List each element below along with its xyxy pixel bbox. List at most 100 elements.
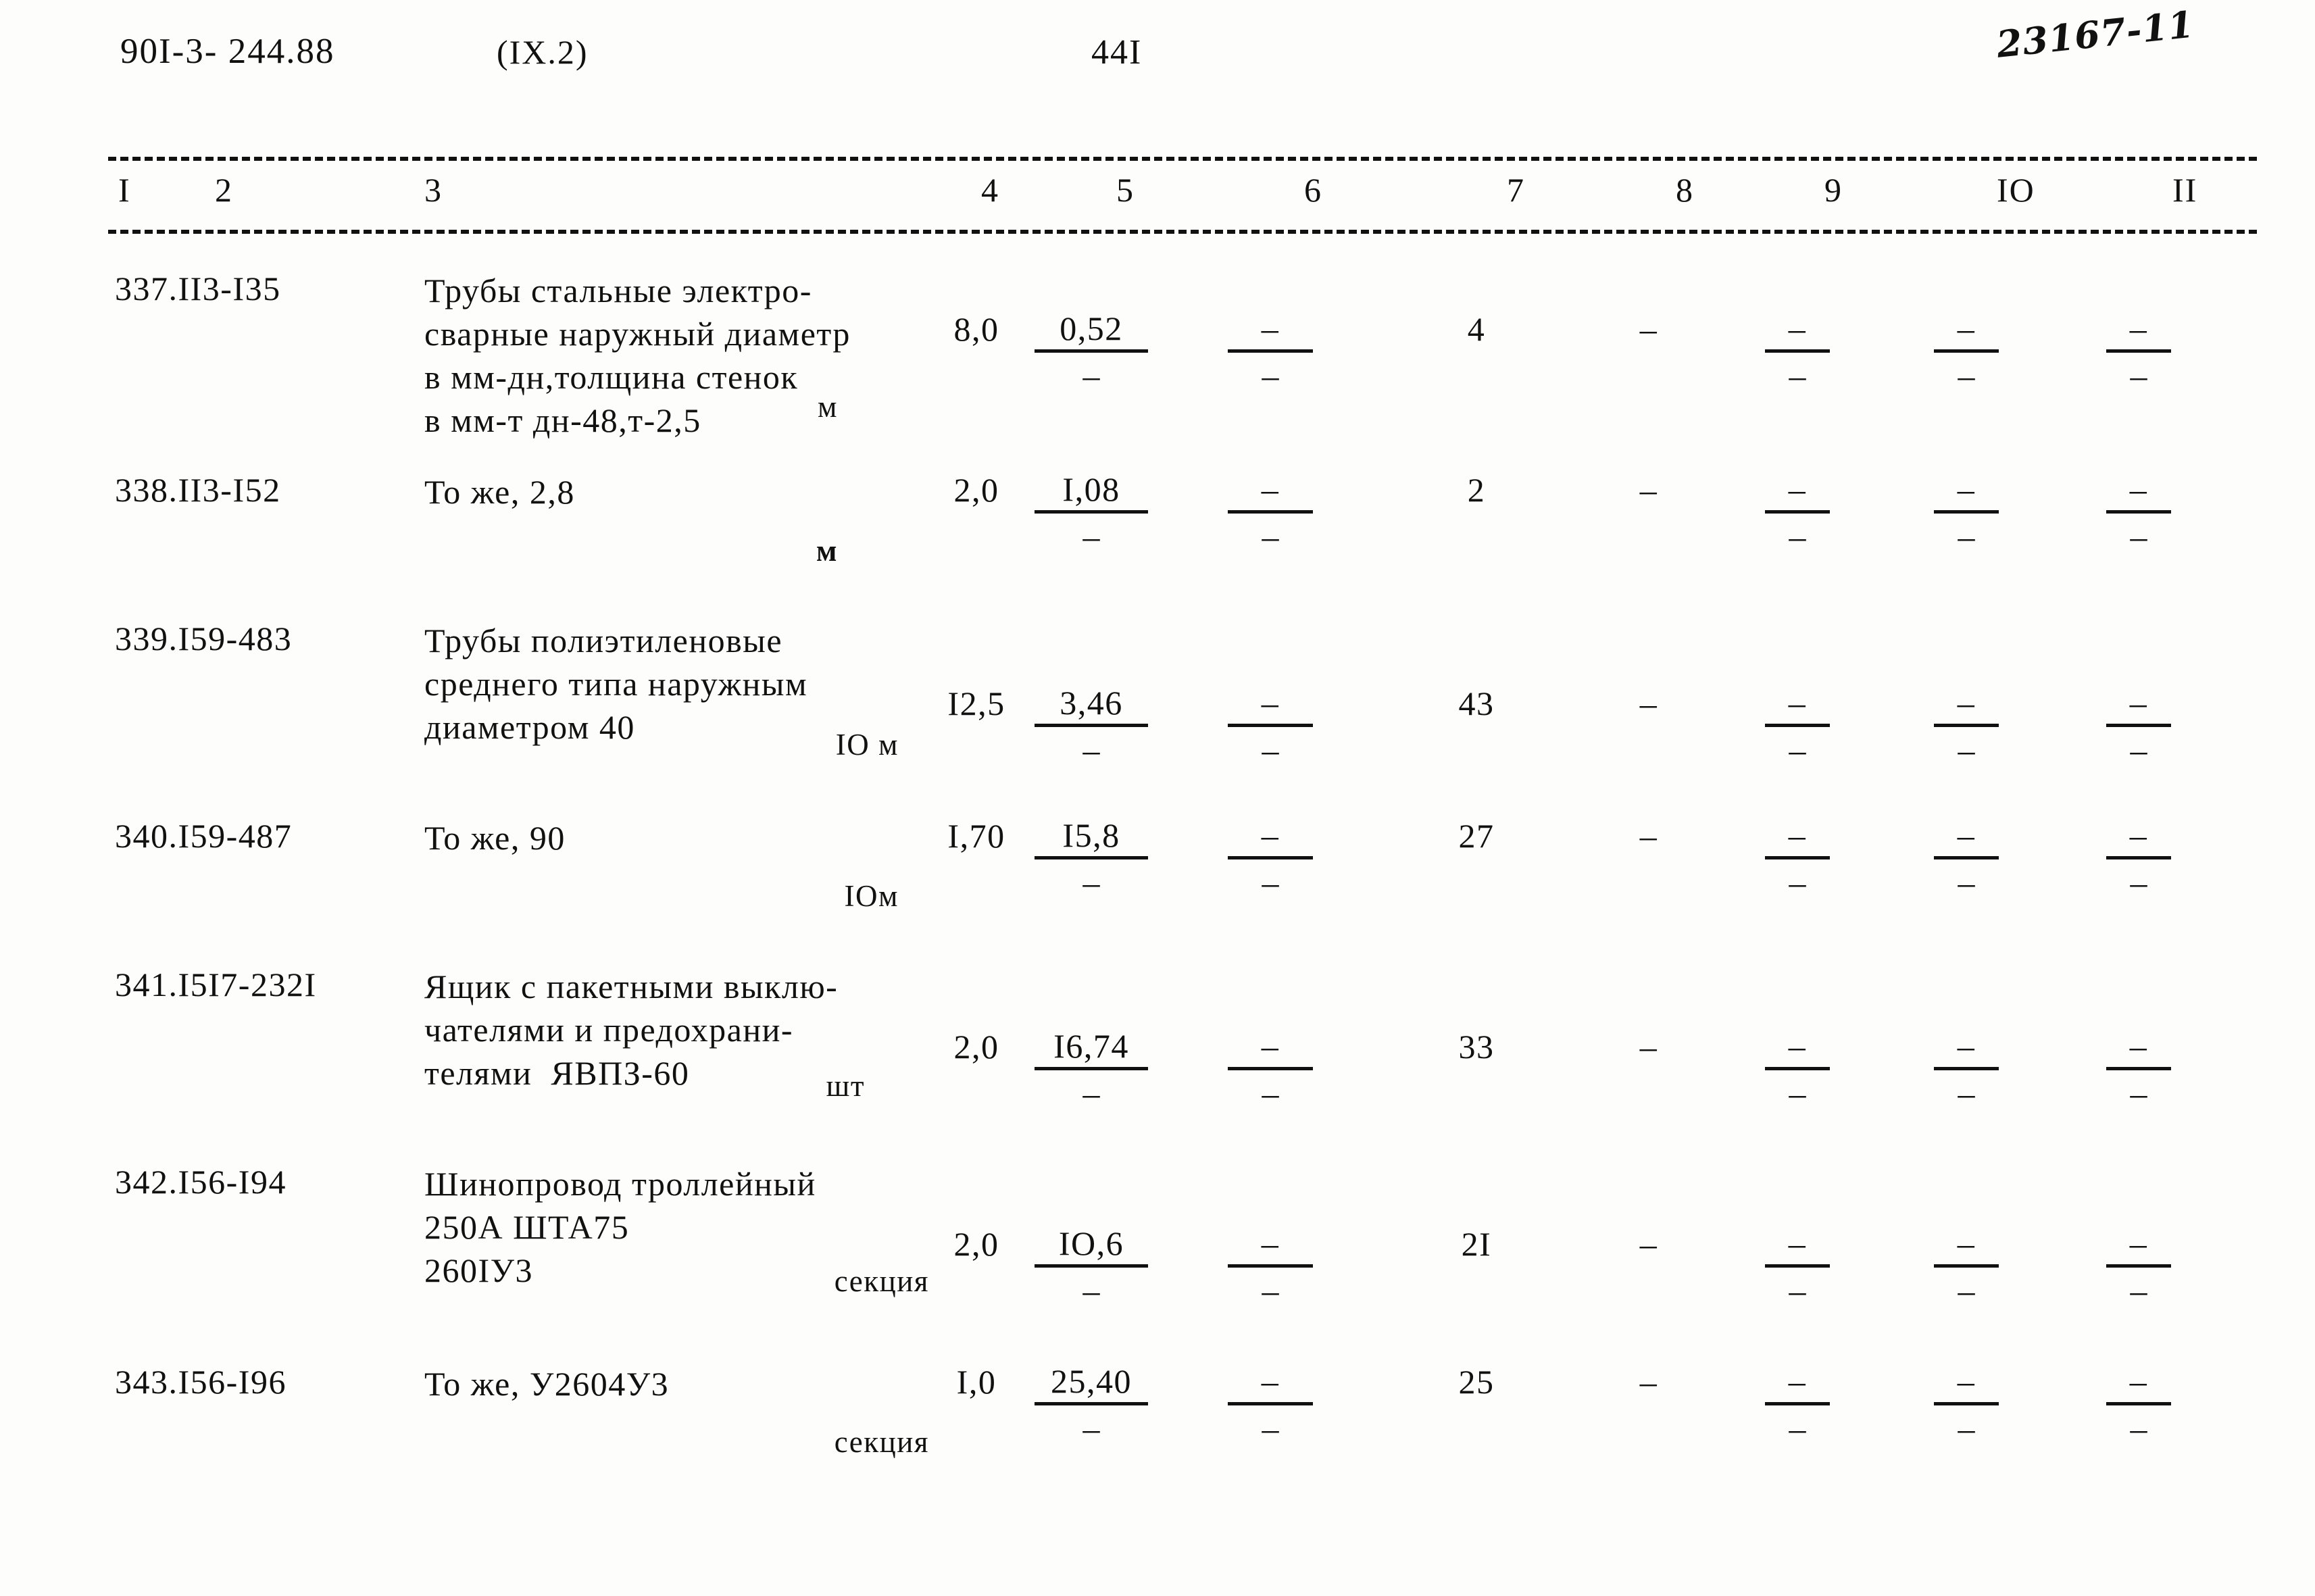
row-unit: м bbox=[818, 390, 838, 424]
row-unit: м bbox=[816, 534, 838, 568]
cell-col6-numerator: – bbox=[1261, 1362, 1280, 1400]
cell-col10-denominator: – bbox=[1958, 731, 1975, 769]
cell-col6: – – bbox=[1206, 1224, 1335, 1314]
row-description: То же, 2,8 bbox=[424, 470, 965, 514]
column-header-I: I bbox=[118, 171, 131, 209]
cell-col6-numerator: – bbox=[1261, 309, 1280, 347]
row-unit: IОм bbox=[844, 879, 899, 913]
cell-col5-denominator: – bbox=[1082, 1074, 1100, 1112]
cell-col7: 33 bbox=[1458, 1028, 1495, 1066]
cell-col5-numerator: 0,52 bbox=[1060, 309, 1123, 347]
cell-col9-numerator: – bbox=[1788, 816, 1807, 854]
cell-col6-numerator: – bbox=[1261, 1224, 1280, 1262]
description-line: 250А ШТА75 bbox=[424, 1208, 630, 1246]
cell-col7: 27 bbox=[1458, 817, 1495, 855]
cell-col10-numerator: – bbox=[1957, 1362, 1976, 1400]
column-header-IO: IO bbox=[1997, 171, 2035, 209]
cell-col7: 25 bbox=[1458, 1363, 1495, 1401]
row-code: 341.I5I7-232I bbox=[115, 966, 317, 1003]
table-row: 338.II3-I52 То же, 2,8 м 2,0 I,08– – –2– – – – – – – bbox=[0, 470, 2315, 612]
cell-col10-numerator: – bbox=[1957, 470, 1976, 508]
cell-col6-denominator: – bbox=[1262, 1074, 1279, 1112]
cell-col5-numerator: IО,6 bbox=[1058, 1224, 1124, 1262]
cell-col11: – – bbox=[2074, 684, 2203, 773]
cell-col10-numerator: – bbox=[1957, 816, 1976, 854]
column-header-7: 7 bbox=[1507, 171, 1525, 209]
cell-col5: 0,52 – bbox=[1027, 309, 1155, 399]
row-code: 340.I59-487 bbox=[115, 817, 293, 855]
column-header-II: II bbox=[2172, 171, 2198, 209]
cell-col5: I6,74 – bbox=[1027, 1027, 1155, 1116]
cell-col4: I,70 bbox=[947, 817, 1005, 855]
cell-col9-numerator: – bbox=[1788, 1027, 1807, 1065]
cell-col11-numerator: – bbox=[2129, 470, 2148, 508]
row-unit: секция bbox=[834, 1264, 929, 1298]
cell-col5-denominator: – bbox=[1082, 864, 1100, 901]
cell-col9: – – bbox=[1733, 1362, 1862, 1451]
cell-col5: IО,6 – bbox=[1027, 1224, 1155, 1314]
cell-col5: I,08 – bbox=[1027, 470, 1155, 559]
cell-col7: 2 bbox=[1467, 471, 1486, 509]
cell-col6-denominator: – bbox=[1262, 731, 1279, 769]
description-line: сварные наружный диаметр bbox=[424, 315, 851, 353]
row-description: То же, У2604У3 bbox=[424, 1362, 965, 1405]
cell-col10: – – bbox=[1902, 1224, 2031, 1314]
row-code: 343.I56-I96 bbox=[115, 1363, 287, 1401]
cell-col10: – – bbox=[1902, 684, 2031, 773]
table-row: 337.II3-I35 Трубы стальные электро-сварны… bbox=[0, 269, 2315, 465]
description-line: чателями и предохрани- bbox=[424, 1011, 794, 1049]
document-code: 90I-3- 244.88 bbox=[120, 32, 335, 71]
cell-col5-numerator: I6,74 bbox=[1053, 1027, 1129, 1065]
cell-col9-denominator: – bbox=[1789, 1410, 1806, 1447]
cell-col10: – – bbox=[1902, 470, 2031, 559]
cell-col6: – – bbox=[1206, 470, 1335, 559]
cell-col6: – – bbox=[1206, 1362, 1335, 1451]
cell-col6: – – bbox=[1206, 1027, 1335, 1116]
cell-col4: I,0 bbox=[956, 1363, 997, 1401]
row-unit: IО м bbox=[835, 728, 899, 762]
description-line: Ящик с пакетными выклю- bbox=[424, 968, 839, 1005]
cell-col5-denominator: – bbox=[1082, 1410, 1100, 1447]
handwritten-archive-code: 23167-11 bbox=[1994, 2, 2197, 66]
description-line: Трубы полиэтиленовые bbox=[424, 622, 783, 659]
cell-col9-numerator: – bbox=[1788, 1362, 1807, 1400]
cell-col9: – – bbox=[1733, 1224, 1862, 1314]
row-code: 338.II3-I52 bbox=[115, 471, 281, 509]
column-header-9: 9 bbox=[1824, 171, 1843, 209]
row-unit: секция bbox=[834, 1425, 929, 1459]
cell-col6: – – bbox=[1206, 684, 1335, 773]
cell-col10-denominator: – bbox=[1958, 518, 1975, 555]
cell-col10-denominator: – bbox=[1958, 1074, 1975, 1112]
cell-col11: – – bbox=[2074, 1362, 2203, 1451]
description-line: То же, У2604У3 bbox=[424, 1365, 670, 1403]
cell-col11-denominator: – bbox=[2130, 731, 2147, 769]
table-row: 342.I56-I94 Шинопровод троллейный 250А ШТА… bbox=[0, 1162, 2315, 1358]
description-line: среднего типа наружным bbox=[424, 665, 808, 703]
cell-col9: – – bbox=[1733, 684, 1862, 773]
page-header: 90I-3- 244.88 (IX.2) 44I 23167-11 bbox=[0, 3, 2315, 92]
cell-col11-numerator: – bbox=[2129, 684, 2148, 722]
table-row: 340.I59-487 То же, 90 IОм I,70 I5,8– – –27– – – –… bbox=[0, 816, 2315, 965]
cell-col9-numerator: – bbox=[1788, 309, 1807, 347]
row-unit: шт bbox=[826, 1069, 865, 1103]
cell-col9-numerator: – bbox=[1788, 684, 1807, 722]
cell-col10-denominator: – bbox=[1958, 864, 1975, 901]
description-line: Трубы стальные электро- bbox=[424, 272, 812, 309]
cell-col6-denominator: – bbox=[1262, 357, 1279, 395]
cell-col9: – – bbox=[1733, 1027, 1862, 1116]
cell-col4: 2,0 bbox=[953, 1028, 999, 1066]
cell-col6-denominator: – bbox=[1262, 864, 1279, 901]
column-header-6: 6 bbox=[1304, 171, 1322, 209]
cell-col11: – – bbox=[2074, 1224, 2203, 1314]
cell-col8: – bbox=[1639, 471, 1658, 509]
cell-col8: – bbox=[1639, 1225, 1658, 1263]
document-section: (IX.2) bbox=[497, 33, 589, 71]
cell-col11: – – bbox=[2074, 470, 2203, 559]
cell-col5-denominator: – bbox=[1082, 731, 1100, 769]
cell-col10-numerator: – bbox=[1957, 309, 1976, 347]
cell-col11-denominator: – bbox=[2130, 1272, 2147, 1310]
cell-col5-numerator: I,08 bbox=[1062, 470, 1120, 508]
cell-col9-denominator: – bbox=[1789, 731, 1806, 769]
cell-col10: – – bbox=[1902, 1362, 2031, 1451]
cell-col9-denominator: – bbox=[1789, 1272, 1806, 1310]
